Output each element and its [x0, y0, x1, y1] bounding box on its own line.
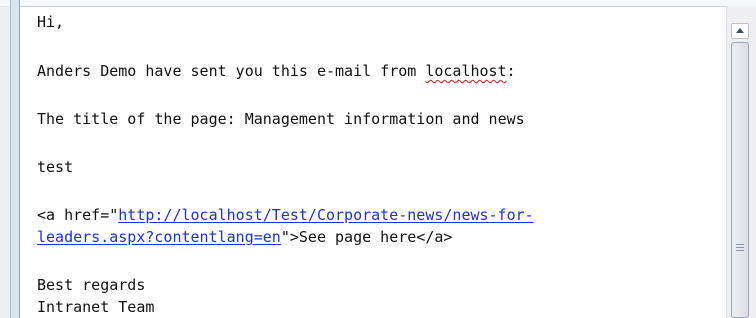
email-editor-window: Hi, Anders Demo have sent you this e-mai…	[0, 0, 756, 318]
chevron-up-icon[interactable]	[731, 23, 749, 39]
page-link-part2[interactable]: leaders.aspx?contentlang=en	[37, 228, 281, 246]
greeting-line: Hi,	[37, 13, 65, 31]
body-line: test	[37, 158, 74, 176]
signoff-line: Best regards	[37, 276, 146, 294]
vertical-scrollbar[interactable]	[726, 6, 756, 318]
sender-text: Anders Demo have sent you this e-mail fr…	[37, 62, 426, 80]
host-misspelled: localhost	[425, 62, 507, 80]
page-title-line: The title of the page: Management inform…	[37, 110, 525, 128]
message-body-textarea[interactable]: Hi, Anders Demo have sent you this e-mai…	[20, 6, 726, 318]
signature-line: Intranet Team	[37, 298, 155, 316]
sender-line: Anders Demo have sent you this e-mail fr…	[37, 60, 516, 82]
sender-colon: :	[506, 62, 516, 80]
scroll-thumb[interactable]	[731, 42, 749, 318]
grip-lines-icon	[736, 244, 744, 251]
link-line-1: <a href="http://localhost/Test/Corporate…	[37, 204, 534, 226]
anchor-close-tag: ">See page here</a>	[280, 228, 453, 246]
message-text: Hi, Anders Demo have sent you this e-mai…	[37, 11, 697, 317]
left-frame	[10, 0, 20, 318]
anchor-open-tag: <a href="	[37, 206, 119, 224]
page-link-part1[interactable]: http://localhost/Test/Corporate-news/new…	[118, 206, 533, 224]
link-line-2: leaders.aspx?contentlang=en">See page he…	[37, 226, 452, 248]
